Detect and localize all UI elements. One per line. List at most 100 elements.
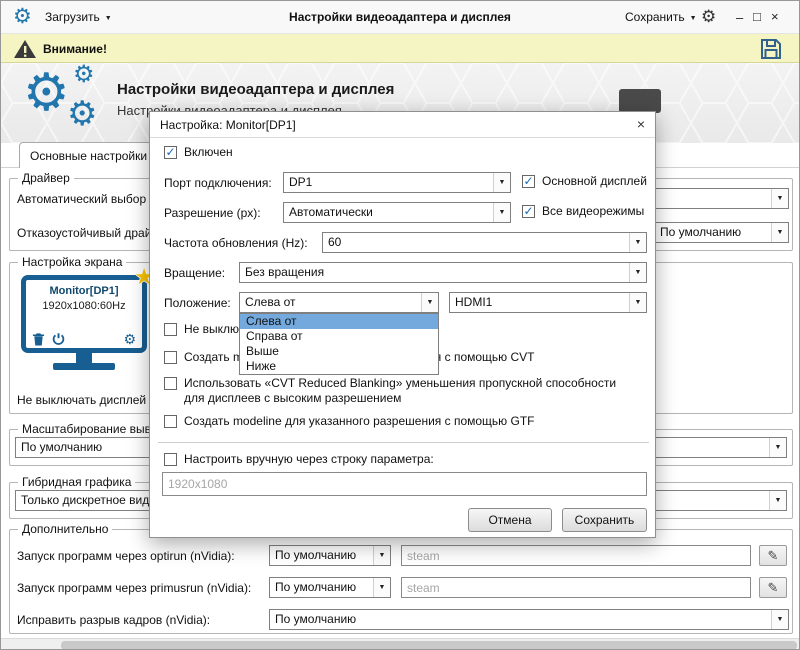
warning-bar: Внимание! — [1, 33, 799, 63]
power-icon[interactable] — [52, 332, 65, 346]
enabled-checkbox[interactable]: ✓ — [164, 146, 177, 159]
minimize-button[interactable]: – — [736, 11, 743, 24]
resolution-label: Разрешение (px): — [164, 206, 261, 220]
rate-label: Частота обновления (Hz): — [164, 236, 308, 250]
screen-no-poweroff-label: Не выключать дисплей — [17, 393, 146, 407]
refresh-rate-select[interactable]: 60 ▼ — [322, 232, 647, 253]
tab-main-settings-label: Основные настройки — [30, 149, 147, 163]
dialog-save-button[interactable]: Сохранить — [562, 508, 647, 532]
driver-fallback-select[interactable]: По умолчанию ▼ — [654, 222, 789, 243]
all-modes-checkbox[interactable]: ✓ — [522, 205, 535, 218]
position-options-list: Слева от Справа от Выше Ниже — [239, 313, 439, 375]
monitor-stand — [76, 353, 92, 363]
primusrun-edit-button[interactable]: ✎ — [759, 577, 787, 598]
position-select[interactable]: Слева от ▼ — [239, 292, 439, 313]
gtf-checkbox[interactable] — [164, 415, 177, 428]
cvt-checkbox[interactable] — [164, 351, 177, 364]
all-modes-row[interactable]: ✓ Все видеорежимы — [522, 204, 644, 219]
medium-gear-icon: ⚙ — [67, 97, 97, 131]
check-icon: ✓ — [523, 175, 533, 187]
gtf-row[interactable]: Создать modeline для указанного разрешен… — [164, 414, 535, 429]
monitor-base — [53, 363, 115, 370]
position-option-below[interactable]: Ниже — [240, 359, 438, 374]
monitor-widget[interactable]: Monitor[DP1] 1920x1080:60Hz ⚙ ★ — [21, 275, 147, 370]
chevron-down-icon: ▼ — [493, 203, 510, 222]
titlebar: ⚙ Загрузить ▼ Настройки видеоадаптера и … — [1, 1, 799, 33]
cancel-button[interactable]: Отмена — [468, 508, 552, 532]
enabled-label: Включен — [184, 145, 233, 160]
cvt-rb-checkbox[interactable] — [164, 377, 177, 390]
relative-display-select[interactable]: HDMI1 ▼ — [449, 292, 647, 313]
manual-row[interactable]: Настроить вручную через строку параметра… — [164, 452, 434, 467]
all-modes-label: Все видеорежимы — [542, 204, 644, 219]
save-file-icon[interactable] — [759, 37, 783, 61]
monitor-gear-icon[interactable]: ⚙ — [123, 332, 136, 346]
tearing-select[interactable]: По умолчанию ▼ — [269, 609, 789, 630]
optirun-label: Запуск программ через optirun (nVidia): — [17, 549, 235, 563]
manual-mode-input[interactable] — [162, 472, 647, 496]
position-option-above[interactable]: Выше — [240, 344, 438, 359]
chevron-down-icon: ▼ — [421, 293, 438, 312]
trash-icon[interactable] — [32, 332, 45, 346]
manual-checkbox[interactable] — [164, 453, 177, 466]
chevron-down-icon: ▼ — [629, 263, 646, 282]
tab-main-settings[interactable]: Основные настройки — [19, 142, 161, 168]
monitor-settings-dialog: Настройка: Monitor[DP1] × ✓ Включен Порт… — [149, 111, 656, 538]
position-value: Слева от — [240, 293, 421, 312]
monitor-name: Monitor[DP1] — [26, 285, 142, 297]
dialog-close-icon[interactable]: × — [637, 117, 645, 131]
pencil-icon: ✎ — [768, 548, 779, 564]
dialog-divider — [158, 442, 649, 443]
screen-group-legend: Настройка экрана — [18, 255, 126, 269]
page-title: Настройки видеоадаптера и дисплея — [117, 81, 394, 98]
app-window: ⚙ Загрузить ▼ Настройки видеоадаптера и … — [0, 0, 800, 650]
cvt-rb-row[interactable]: Использовать «CVT Reduced Blanking» умен… — [164, 376, 632, 406]
gtf-label: Создать modeline для указанного разрешен… — [184, 414, 535, 429]
chevron-down-icon: ▼ — [373, 578, 390, 597]
header-decoration — [619, 89, 661, 113]
close-button[interactable]: × — [771, 10, 779, 23]
primary-display-checkbox[interactable]: ✓ — [522, 175, 535, 188]
save-menu-label: Сохранить — [625, 10, 685, 24]
rotation-value: Без вращения — [240, 263, 629, 282]
primusrun-mode-value: По умолчанию — [270, 578, 373, 597]
no-poweroff-checkbox[interactable] — [164, 323, 177, 336]
rotation-select[interactable]: Без вращения ▼ — [239, 262, 647, 283]
optirun-edit-button[interactable]: ✎ — [759, 545, 787, 566]
port-select[interactable]: DP1 ▼ — [283, 172, 511, 193]
check-icon: ✓ — [165, 146, 175, 158]
resolution-select[interactable]: Автоматически ▼ — [283, 202, 511, 223]
driver-fallback-value: По умолчанию — [655, 223, 771, 242]
tearing-label: Исправить разрыв кадров (nVidia): — [17, 613, 210, 627]
maximize-button[interactable]: □ — [753, 10, 761, 23]
rate-value: 60 — [323, 233, 629, 252]
monitor-mode: 1920x1080:60Hz — [26, 300, 142, 312]
position-option-right[interactable]: Справа от — [240, 329, 438, 344]
extra-group-legend: Дополнительно — [18, 522, 112, 536]
check-icon: ✓ — [523, 205, 533, 217]
driver-fallback-label: Отказоустойчивый драйвер — [17, 226, 171, 240]
cvt-rb-label: Использовать «CVT Reduced Blanking» умен… — [184, 376, 632, 406]
primusrun-app-input[interactable] — [401, 577, 751, 598]
primary-display-row[interactable]: ✓ Основной дисплей — [522, 174, 647, 189]
enabled-checkbox-row[interactable]: ✓ Включен — [164, 145, 233, 160]
chevron-down-icon: ▼ — [690, 15, 697, 22]
save-menu-button[interactable]: Сохранить ▼ — [625, 10, 697, 24]
position-option-left[interactable]: Слева от — [240, 314, 438, 329]
settings-gear-icon[interactable]: ⚙ — [701, 8, 716, 25]
chevron-down-icon: ▼ — [769, 491, 786, 510]
rotation-label: Вращение: — [164, 266, 225, 280]
optirun-app-input[interactable] — [401, 545, 751, 566]
driver-group-legend: Драйвер — [18, 171, 74, 185]
dialog-save-button-label: Сохранить — [575, 513, 635, 527]
chevron-down-icon: ▼ — [771, 610, 788, 629]
primusrun-label: Запуск программ через primusrun (nVidia)… — [17, 581, 251, 595]
port-value: DP1 — [284, 173, 493, 192]
scrollbar-thumb[interactable] — [61, 641, 797, 650]
port-label: Порт подключения: — [164, 176, 272, 190]
horizontal-scrollbar[interactable] — [1, 638, 799, 650]
primusrun-mode-select[interactable]: По умолчанию ▼ — [269, 577, 391, 598]
optirun-mode-select[interactable]: По умолчанию ▼ — [269, 545, 391, 566]
chevron-down-icon: ▼ — [629, 293, 646, 312]
primary-display-label: Основной дисплей — [542, 174, 647, 189]
